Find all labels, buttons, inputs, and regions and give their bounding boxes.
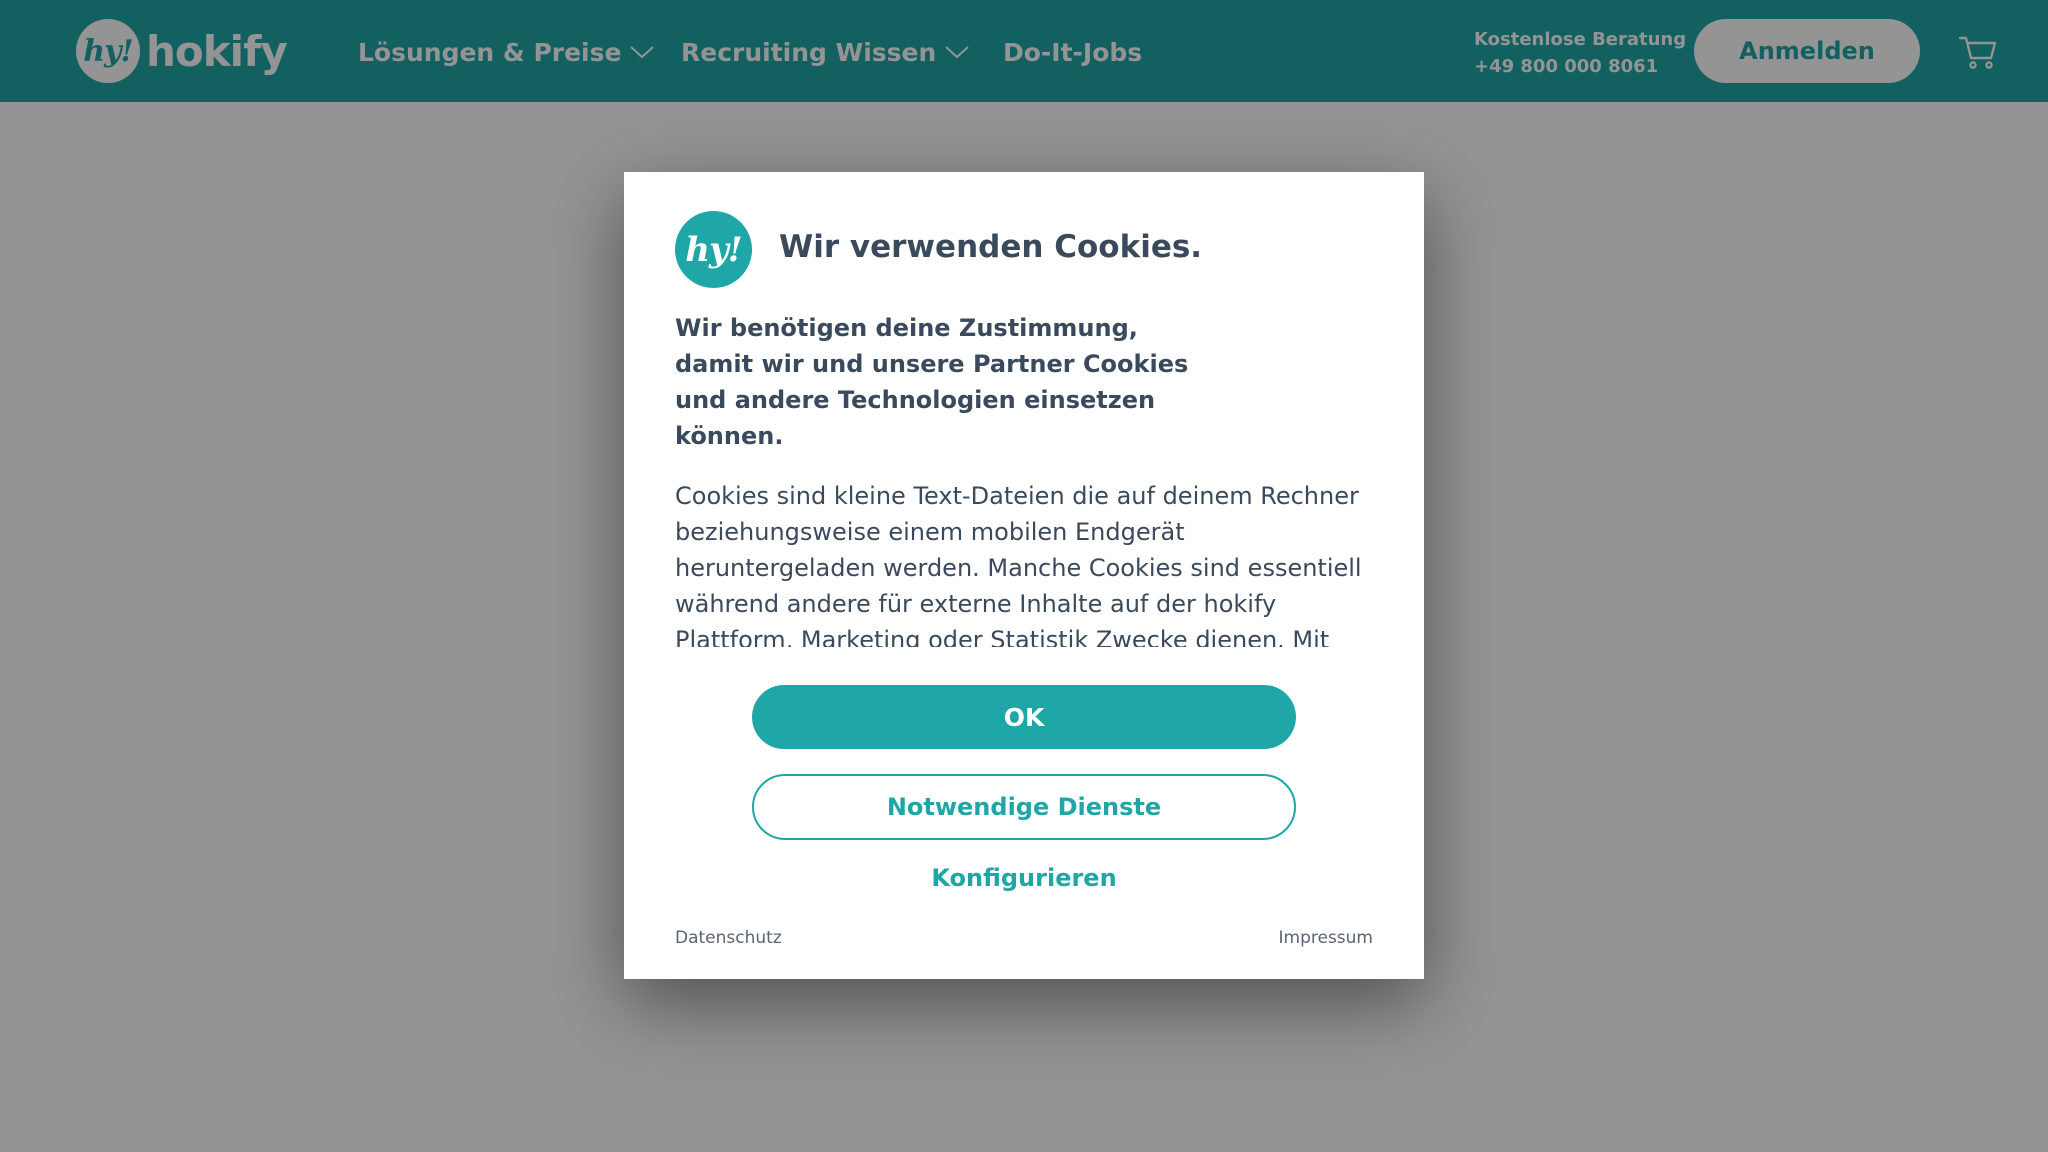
consent-text-scroll-area[interactable]: Wir benötigen deine Zustimmung, damit wi…: [675, 310, 1375, 647]
hy-logo-icon: hy!: [675, 211, 752, 288]
configure-link[interactable]: Konfigurieren: [624, 864, 1424, 892]
privacy-link[interactable]: Datenschutz: [675, 928, 782, 948]
logo-mark-text: hy!: [685, 229, 742, 270]
consent-lead-text: Wir benötigen deine Zustimmung, damit wi…: [675, 314, 1189, 450]
accept-all-button[interactable]: OK: [752, 685, 1296, 749]
cookie-consent-dialog: hy! Wir verwenden Cookies. Wir benötigen…: [624, 172, 1424, 979]
dialog-title: Wir verwenden Cookies.: [779, 229, 1203, 265]
consent-description-text: Cookies sind kleine Text-Dateien die auf…: [675, 482, 1362, 647]
imprint-link[interactable]: Impressum: [1279, 928, 1374, 948]
necessary-services-button[interactable]: Notwendige Dienste: [752, 774, 1296, 840]
